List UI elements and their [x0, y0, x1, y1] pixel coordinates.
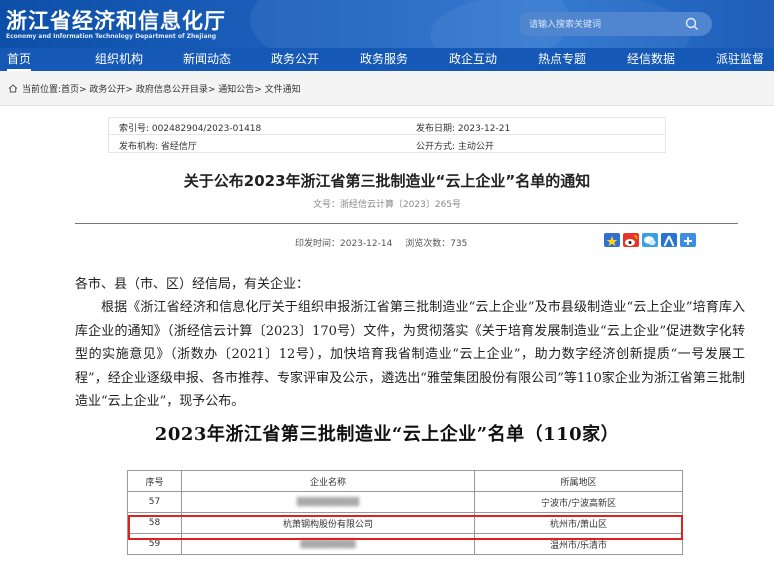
main-nav: 首页 组织机构 新闻动态 政务公开 政务服务 政企互动 热点专题 经信数据 派驻…: [0, 48, 774, 71]
row-region: 温州市/乐清市: [474, 533, 683, 555]
row-number: 58: [127, 512, 182, 534]
table-row-highlighted: 58 杭萧钢构股份有限公司 杭州市/萧山区: [127, 512, 683, 534]
publish-date: 发布日期: 2023-12-21: [416, 124, 511, 134]
column-header-number: 序号: [127, 470, 182, 492]
share-bar: [604, 233, 699, 252]
qzone-share-icon[interactable]: [604, 233, 620, 247]
more-share-icon[interactable]: [680, 233, 696, 247]
nav-item-home[interactable]: 首页: [7, 48, 32, 71]
row-company-name: ▇▇▇▇▇▇▇▇▇: [181, 491, 475, 513]
search-input[interactable]: 请输入搜索关键词: [519, 12, 712, 36]
row-region: 宁波市/宁波高新区: [474, 491, 683, 513]
breadcrumb: 当前位置:首页> 政务公开> 政府信息公开目录> 通知公告> 文件通知: [8, 82, 301, 96]
row-company-name: 杭萧钢构股份有限公司: [181, 512, 475, 534]
row-region: 杭州市/萧山区: [474, 512, 683, 534]
article-body: 各市、县（市、区）经信局，有关企业： 根据《浙江省经济和信息化厅关于组织申报浙江…: [75, 273, 745, 413]
nav-item-gov-affairs[interactable]: 政务公开: [271, 48, 319, 71]
home-icon: [8, 84, 18, 96]
blurred-company-name: ▇▇▇▇▇▇▇▇▇: [296, 497, 360, 507]
column-header-region: 所属地区: [474, 470, 683, 492]
row-number: 57: [127, 491, 182, 513]
document-number: 文号：浙经信云计算〔2023〕265号: [312, 200, 462, 210]
enterprise-table: 序号 企业名称 所属地区 57 ▇▇▇▇▇▇▇▇▇ 宁波市/宁波高新区 58 杭…: [127, 470, 683, 555]
index-number: 索引号: 002482904/2023-01418: [119, 124, 262, 134]
nav-item-interaction[interactable]: 政企互动: [449, 48, 497, 71]
breadcrumb-text[interactable]: 当前位置:首页> 政务公开> 政府信息公开目录> 通知公告> 文件通知: [22, 85, 301, 95]
public-mode: 公开方式: 主动公开: [416, 142, 494, 152]
search-placeholder: 请输入搜索关键词: [529, 20, 602, 30]
nav-item-data[interactable]: 经信数据: [627, 48, 675, 71]
nav-item-gov-services[interactable]: 政务服务: [360, 48, 408, 71]
table-header-row: 序号 企业名称 所属地区: [127, 470, 683, 492]
column-header-name: 企业名称: [181, 470, 475, 492]
site-header: 浙江省经济和信息化厅 Economy and Information Techn…: [0, 0, 774, 48]
print-date: 印发时间：2023-12-14: [295, 239, 393, 249]
weibo-share-icon[interactable]: [623, 233, 639, 247]
row-company-name: ▇▇▇▇▇▇▇▇: [181, 533, 475, 555]
article-title: 关于公布2023年浙江省第三批制造业“云上企业”名单的通知: [183, 172, 591, 190]
breadcrumb-bar: 当前位置:首页> 政务公开> 政府信息公开目录> 通知公告> 文件通知: [0, 71, 774, 106]
greeting-paragraph: 各市、县（市、区）经信局，有关企业：: [75, 277, 310, 292]
table-row: 59 ▇▇▇▇▇▇▇▇ 温州市/乐清市: [127, 533, 683, 555]
site-logo-subtitle: Economy and Information Technology Depar…: [6, 33, 217, 40]
view-count: 浏览次数：735: [405, 239, 468, 249]
publisher: 发布机构: 省经信厅: [119, 142, 197, 152]
search-icon[interactable]: [684, 16, 700, 32]
nav-item-supervision[interactable]: 派驻监督: [716, 48, 764, 71]
divider: [75, 223, 738, 224]
renren-share-icon[interactable]: [661, 233, 677, 247]
article-info: 印发时间：2023-12-14 浏览次数：735: [295, 236, 467, 249]
main-paragraph: 根据《浙江省经济和信息化厅关于组织申报浙江省第三批制造业“云上企业”及市县级制造…: [75, 300, 745, 410]
table-row: 57 ▇▇▇▇▇▇▇▇▇ 宁波市/宁波高新区: [127, 491, 683, 513]
blurred-company-name: ▇▇▇▇▇▇▇▇: [300, 539, 356, 549]
document-meta: 索引号: 002482904/2023-01418 发布日期: 2023-12-…: [108, 117, 666, 153]
nav-item-news[interactable]: 新闻动态: [183, 48, 231, 71]
wechat-share-icon[interactable]: [642, 233, 658, 247]
site-logo-title[interactable]: 浙江省经济和信息化厅: [6, 5, 226, 35]
nav-item-topics[interactable]: 热点专题: [538, 48, 586, 71]
list-title: 2023年浙江省第三批制造业“云上企业”名单（110家）: [154, 424, 620, 445]
nav-item-organization[interactable]: 组织机构: [95, 48, 143, 71]
row-number: 59: [127, 533, 182, 555]
